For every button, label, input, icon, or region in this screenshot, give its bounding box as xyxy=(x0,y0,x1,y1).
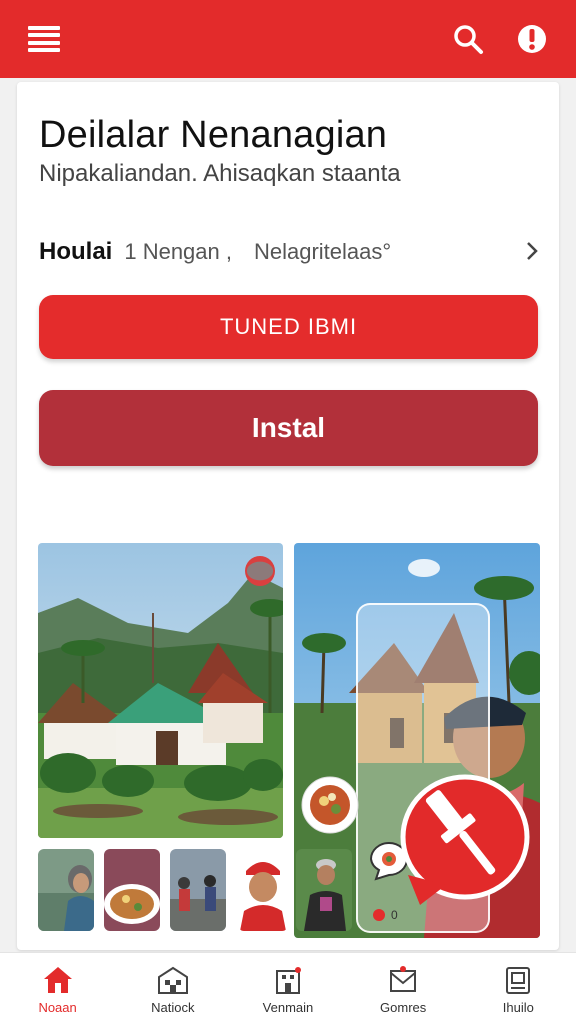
nav-item-network[interactable]: Natiock xyxy=(123,963,223,1015)
inbox-icon xyxy=(386,963,420,997)
nav-label-home: Noaan xyxy=(38,999,77,1015)
nav-label-network: Natiock xyxy=(151,999,195,1015)
info-primary-label: Houlai xyxy=(39,238,113,265)
tool-pin-badge-icon[interactable] xyxy=(398,765,532,915)
nav-label-inbox: Gomres xyxy=(380,999,427,1015)
photo-counter: 0 xyxy=(373,908,398,922)
alert-icon[interactable] xyxy=(514,21,550,57)
search-icon[interactable] xyxy=(450,21,486,57)
store-icon xyxy=(271,963,305,997)
app-bar-actions xyxy=(450,21,550,57)
nav-label-store: Venmain xyxy=(262,999,314,1015)
install-button[interactable]: Instal xyxy=(39,390,538,466)
info-secondary-label: 1 Nengan , xyxy=(124,239,232,264)
nav-label-profile: Ihuilo xyxy=(502,999,534,1015)
thumbnail-woman-outdoor[interactable] xyxy=(296,849,352,931)
thumbnail-crowd[interactable] xyxy=(170,849,226,931)
photo-village-houses[interactable] xyxy=(38,543,283,838)
home-icon xyxy=(41,963,75,997)
hamburger-menu-icon[interactable] xyxy=(28,26,60,52)
info-tertiary-label: Nelagritelaas° xyxy=(253,239,392,264)
building-icon xyxy=(156,963,190,997)
thumbnail-person-rain[interactable] xyxy=(38,849,94,931)
nav-item-store[interactable]: Venmain xyxy=(238,963,338,1015)
info-row[interactable]: Houlai 1 Nengan , Nelagritelaas° xyxy=(39,232,539,272)
photo-badge-icon[interactable] xyxy=(245,556,275,586)
thumbnail-woman-red-cap[interactable] xyxy=(238,849,288,931)
chevron-right-icon xyxy=(527,242,538,260)
page-title: Deilalar Nenanagian xyxy=(39,114,388,156)
nav-item-profile[interactable]: Ihuilo xyxy=(468,963,568,1015)
page-subtitle: Nipakaliandan. Ahisaqkan staanta xyxy=(39,160,401,187)
profile-card-icon xyxy=(501,963,535,997)
nav-item-home[interactable]: Noaan xyxy=(8,963,108,1015)
main-card: Deilalar Nenanagian Nipakaliandan. Ahisa… xyxy=(17,82,559,950)
food-plate-image[interactable] xyxy=(300,775,360,835)
nav-item-inbox[interactable]: Gomres xyxy=(353,963,453,1015)
top-app-bar xyxy=(0,0,576,78)
thumbnail-food-dish[interactable] xyxy=(104,849,160,931)
primary-action-button[interactable]: TUNED IBMI xyxy=(39,295,538,359)
bottom-navigation: Noaan Natiock Venmain Gomres Ihuilo xyxy=(0,952,576,1024)
counter-dot-icon xyxy=(373,909,385,921)
counter-value: 0 xyxy=(391,908,398,922)
photo-gallery: 0 xyxy=(38,543,540,941)
